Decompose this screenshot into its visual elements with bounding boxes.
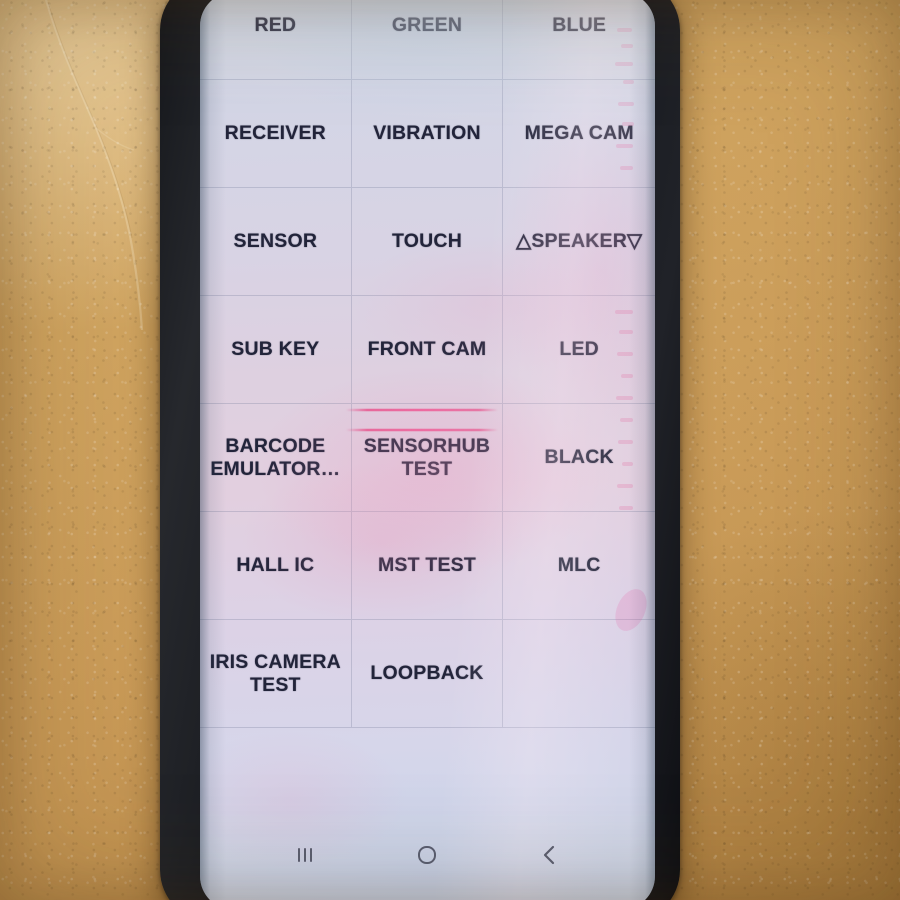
test-button-sensorhub-test[interactable]: SENSORHUB TEST — [351, 404, 504, 512]
test-button-label: MEGA CAM — [524, 122, 634, 144]
test-button-label-line2: EMULATOR… — [210, 457, 341, 480]
test-button-label: BLUE — [552, 14, 607, 36]
test-button-label: MLC — [557, 554, 601, 576]
test-button-mlc[interactable]: MLC — [503, 512, 655, 620]
back-icon — [537, 842, 563, 868]
test-button-label: TOUCH — [392, 230, 462, 252]
test-button-front-cam[interactable]: FRONT CAM — [351, 296, 504, 404]
phone-device: RED GREEN BLUE RECEIVER VIBRATION MEGA C… — [160, 0, 680, 900]
test-button-label: RED — [254, 14, 297, 36]
test-button-iris-camera-test[interactable]: IRIS CAMERA TEST — [200, 620, 352, 728]
recents-icon — [292, 842, 318, 868]
test-button-grid: RED GREEN BLUE RECEIVER VIBRATION MEGA C… — [200, 0, 655, 728]
photo-scene: RED GREEN BLUE RECEIVER VIBRATION MEGA C… — [0, 0, 900, 900]
test-button-label: SENSORHUB — [363, 434, 491, 457]
test-button-touch[interactable]: TOUCH — [351, 188, 504, 296]
test-button-mega-cam[interactable]: MEGA CAM — [503, 80, 655, 188]
test-button-label: RECEIVER — [224, 122, 326, 144]
test-button-sub-key[interactable]: SUB KEY — [200, 296, 352, 404]
test-button-label: BARCODE — [225, 434, 326, 457]
test-button-label: LOOPBACK — [370, 662, 484, 684]
test-button-label: VIBRATION — [373, 122, 481, 144]
test-button-green[interactable]: GREEN — [351, 0, 504, 80]
home-button[interactable] — [399, 833, 455, 877]
phone-screen[interactable]: RED GREEN BLUE RECEIVER VIBRATION MEGA C… — [200, 0, 655, 900]
test-button-label: SUB KEY — [231, 338, 320, 360]
test-button-label-line2: TEST — [401, 457, 453, 480]
test-button-receiver[interactable]: RECEIVER — [200, 80, 352, 188]
test-button-empty-slot — [503, 620, 655, 728]
test-button-label: LED — [559, 338, 599, 360]
test-button-label: △SPEAKER▽ — [516, 230, 643, 252]
test-button-blue[interactable]: BLUE — [503, 0, 655, 80]
test-button-label: FRONT CAM — [367, 338, 487, 360]
test-button-label: BLACK — [544, 446, 614, 468]
recents-button[interactable] — [277, 833, 333, 877]
test-button-speaker[interactable]: △SPEAKER▽ — [503, 188, 655, 296]
back-button[interactable] — [522, 833, 578, 877]
test-button-red[interactable]: RED — [200, 0, 352, 80]
test-button-sensor[interactable]: SENSOR — [200, 188, 352, 296]
test-button-label: MST TEST — [377, 554, 476, 576]
test-button-mst-test[interactable]: MST TEST — [351, 512, 504, 620]
test-button-label-line2: TEST — [250, 673, 301, 696]
test-button-barcode-emulator[interactable]: BARCODE EMULATOR… — [200, 404, 352, 512]
test-button-label: SENSOR — [233, 230, 318, 252]
test-button-vibration[interactable]: VIBRATION — [351, 80, 504, 188]
test-button-black[interactable]: BLACK — [503, 404, 655, 512]
home-icon — [413, 841, 441, 869]
test-button-led[interactable]: LED — [503, 296, 655, 404]
navigation-bar — [200, 818, 655, 900]
test-button-hall-ic[interactable]: HALL IC — [200, 512, 352, 620]
test-button-label: GREEN — [391, 14, 463, 36]
test-button-loopback[interactable]: LOOPBACK — [351, 620, 504, 728]
test-button-label: IRIS CAMERA — [209, 650, 341, 673]
test-button-label: HALL IC — [236, 554, 315, 576]
